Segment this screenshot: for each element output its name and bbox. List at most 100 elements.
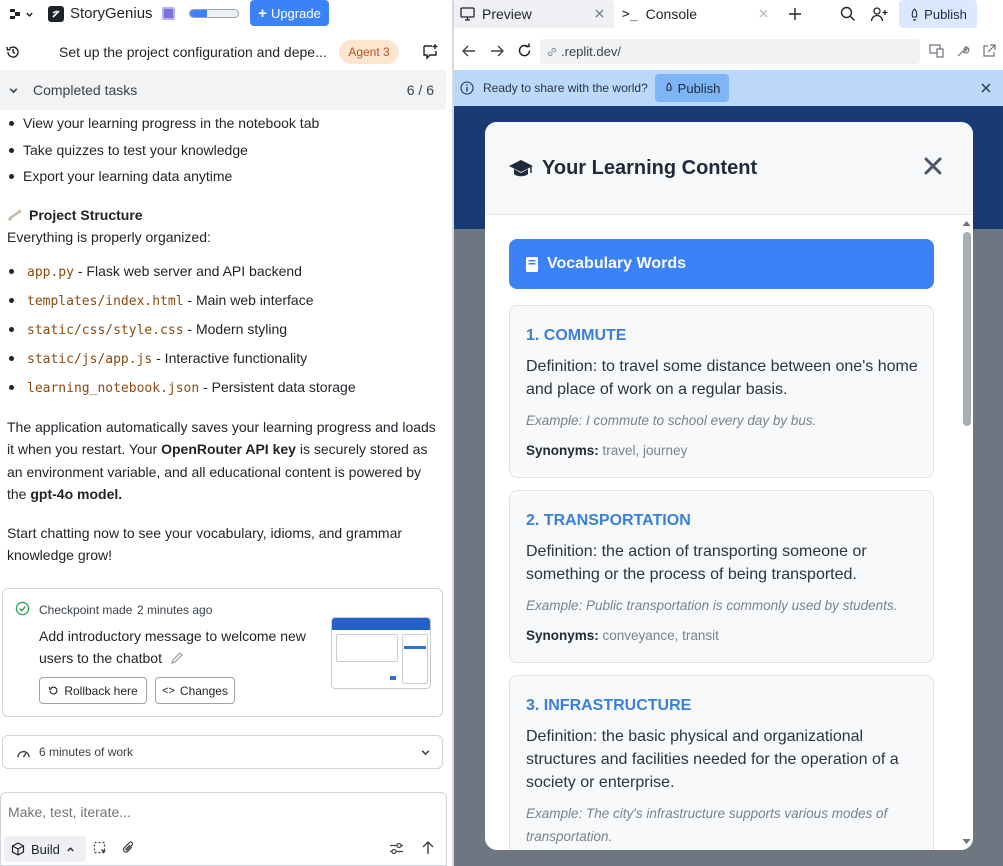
tab-console[interactable]: >_ Console [622, 0, 770, 28]
paperclip-icon[interactable] [121, 840, 136, 856]
usage-progress-bar [189, 9, 239, 18]
history-icon [49, 686, 58, 695]
wrench-icon[interactable] [956, 44, 970, 58]
scroll-down-arrow-icon[interactable] [962, 838, 971, 845]
publish-button[interactable]: Publish [899, 0, 977, 28]
checkpoint-message: Add introductory message to welcome new … [39, 628, 306, 666]
rocket-icon [911, 7, 918, 21]
checkpoint-screenshot-thumbnail[interactable] [331, 617, 431, 689]
plus-icon: + [258, 4, 267, 22]
url-text: .replit.dev/ [561, 44, 621, 59]
vocab-card: 1. COMMUTE Definition: to travel some di… [509, 305, 934, 478]
book-icon [526, 256, 538, 272]
work-log-toggle[interactable]: 6 minutes of work [2, 735, 443, 769]
banner-publish-button[interactable]: Publish [655, 74, 729, 102]
chevron-down-icon [421, 750, 430, 756]
plus-icon[interactable] [788, 7, 802, 21]
vocab-card: 2. TRANSPORTATION Definition: the action… [509, 490, 934, 663]
chevron-down-icon [9, 88, 18, 94]
vocab-example: Example: The city's infrastructure suppo… [526, 806, 888, 844]
structure-intro: Everything is properly organized: [7, 228, 211, 245]
close-icon[interactable] [981, 83, 991, 93]
file-list-item: templates/index.html - Main web interfac… [7, 289, 437, 318]
work-log-label: 6 minutes of work [39, 745, 134, 759]
completed-tasks-label: Completed tasks [33, 82, 138, 98]
code-icon: <> [162, 684, 175, 697]
completed-tasks-count: 6 / 6 [406, 82, 434, 98]
preview-pane: Preview >_ Console Publish .replit.dev/ … [454, 0, 1003, 866]
chat-input[interactable] [8, 802, 428, 822]
list-item: Take quizzes to test your knowledge [7, 139, 437, 166]
gauge-icon [17, 751, 30, 758]
completed-tasks-toggle[interactable]: Completed tasks 6 / 6 [0, 70, 446, 110]
devices-icon[interactable] [929, 44, 944, 58]
vocab-definition: Definition: to travel some distance betw… [526, 358, 918, 398]
url-field[interactable]: .replit.dev/ [540, 39, 920, 64]
history-icon[interactable] [5, 44, 21, 60]
agent-message: View your learning progress in the noteb… [7, 112, 437, 567]
publish-banner: Ready to share with the world? Publish [454, 70, 1003, 106]
project-status-icon [162, 7, 175, 20]
info-icon [460, 81, 474, 95]
task-title[interactable]: Set up the project configuration and dep… [59, 44, 327, 60]
agent-badge[interactable]: Agent 3 [339, 40, 399, 64]
close-icon[interactable] [595, 9, 604, 18]
upgrade-button[interactable]: + Upgrade [250, 0, 329, 26]
section-heading: Project Structure [7, 204, 437, 226]
modal-header: Your Learning Content [485, 122, 973, 215]
project-structure-heading: Project Structure [29, 206, 143, 223]
open-external-icon[interactable] [982, 44, 996, 58]
list-item: View your learning progress in the noteb… [7, 112, 437, 139]
tab-preview[interactable]: Preview [454, 0, 614, 28]
bone-icon [8, 209, 22, 221]
reload-icon[interactable] [517, 43, 532, 58]
banner-text: Ready to share with the world? [483, 81, 648, 95]
changes-button[interactable]: <> Changes [155, 677, 235, 704]
chevron-down-icon [25, 12, 33, 17]
chat-input-box: Build [0, 792, 447, 866]
vocab-word: 2. TRANSPORTATION [526, 512, 691, 529]
checkpoint-label: Checkpoint made [39, 603, 133, 617]
url-bar: .replit.dev/ [454, 34, 1003, 68]
pencil-icon[interactable] [170, 651, 184, 665]
upgrade-label: Upgrade [270, 5, 321, 21]
project-logo-icon [48, 6, 64, 22]
rocket-icon [666, 82, 672, 91]
vocab-card: 3. INFRASTRUCTURE Definition: the basic … [509, 675, 934, 850]
project-name[interactable]: StoryGenius [70, 5, 153, 22]
tab-bar: Preview >_ Console Publish [454, 0, 1003, 28]
close-icon[interactable] [921, 154, 945, 178]
scroll-up-arrow-icon[interactable] [962, 220, 971, 227]
link-icon [547, 47, 557, 56]
check-circle-icon [15, 601, 30, 616]
settings-sliders-icon[interactable] [389, 841, 404, 856]
workspace-menu-button[interactable] [6, 6, 36, 22]
search-icon[interactable] [840, 6, 856, 22]
invite-user-icon[interactable] [870, 6, 888, 22]
build-label: Build [31, 841, 60, 857]
learning-content-modal: Your Learning Content Vocabulary Words 1… [485, 122, 973, 850]
scrollbar-thumb[interactable] [963, 232, 971, 426]
file-list-item: app.py - Flask web server and API backen… [7, 260, 437, 289]
monitor-icon [460, 7, 475, 21]
closing-paragraph: Start chatting now to see your vocabular… [7, 524, 403, 564]
close-icon[interactable] [759, 9, 768, 18]
chevron-up-icon [67, 846, 74, 851]
new-chat-icon[interactable] [422, 43, 439, 60]
back-arrow-icon[interactable] [462, 45, 476, 57]
replit-logo-icon [9, 9, 20, 19]
modal-title: Your Learning Content [542, 157, 758, 179]
usage-progress-fill [190, 10, 207, 17]
rollback-button[interactable]: Rollback here [39, 677, 147, 704]
vocab-example: Example: Public transportation is common… [526, 598, 898, 613]
modal-scrollbar[interactable] [959, 218, 973, 850]
vocab-synonyms: Synonyms: travel, journey [526, 443, 688, 458]
select-element-icon[interactable] [93, 841, 108, 856]
vocab-definition: Definition: the basic physical and organ… [526, 728, 899, 791]
terminal-icon: >_ [622, 6, 638, 22]
file-list-item: static/css/style.css - Modern styling [7, 318, 437, 347]
build-mode-selector[interactable]: Build [4, 836, 86, 862]
vocabulary-words-button[interactable]: Vocabulary Words [509, 239, 934, 289]
send-arrow-icon[interactable] [421, 840, 435, 856]
forward-arrow-icon[interactable] [490, 45, 504, 57]
